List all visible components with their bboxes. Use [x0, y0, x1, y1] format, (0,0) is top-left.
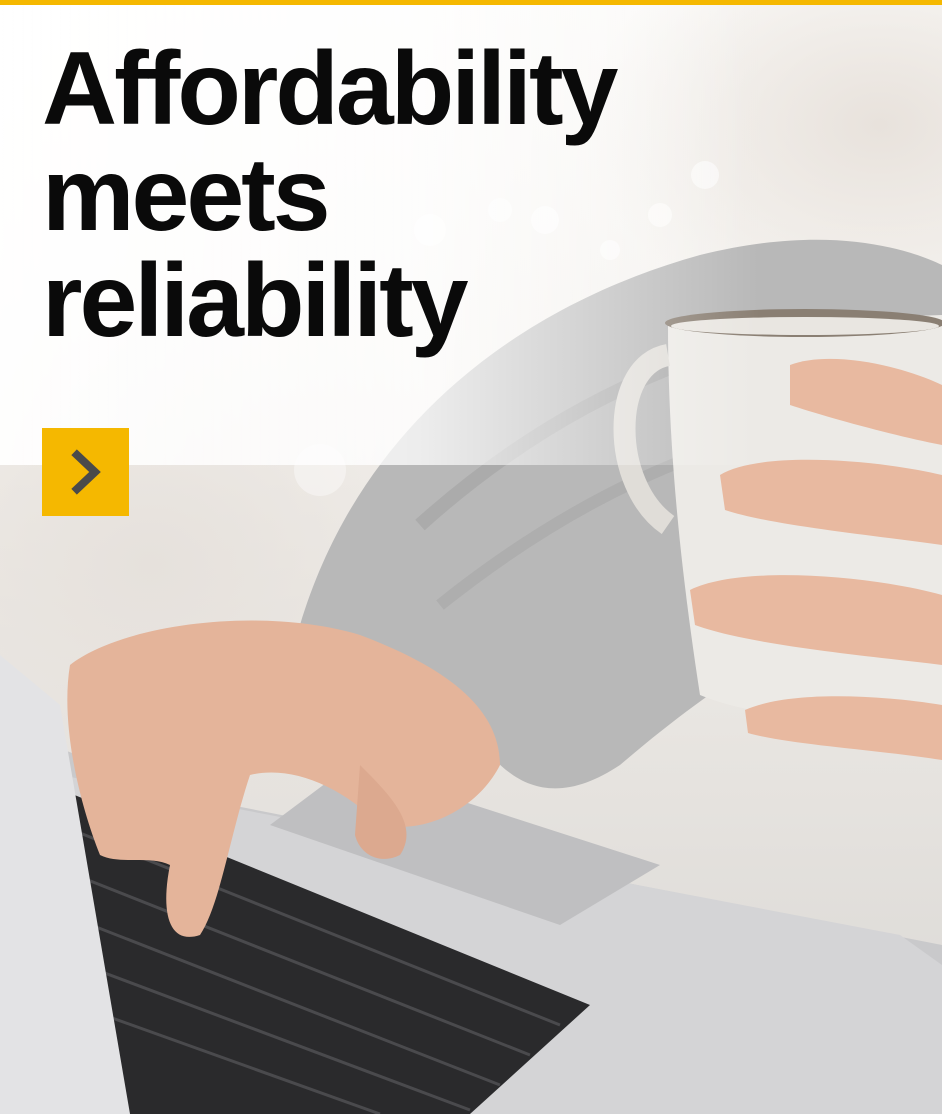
headline-line-2: meets: [42, 137, 331, 253]
cta-next-button[interactable]: [42, 428, 129, 516]
accent-top-bar: [0, 0, 942, 5]
headline: Affordability meets reliability: [42, 31, 618, 359]
headline-line-3: reliability: [42, 243, 469, 359]
headline-line-1: Affordability: [42, 31, 618, 147]
chevron-right-icon: [70, 449, 101, 495]
promo-banner[interactable]: Affordability meets reliability: [0, 0, 942, 1114]
